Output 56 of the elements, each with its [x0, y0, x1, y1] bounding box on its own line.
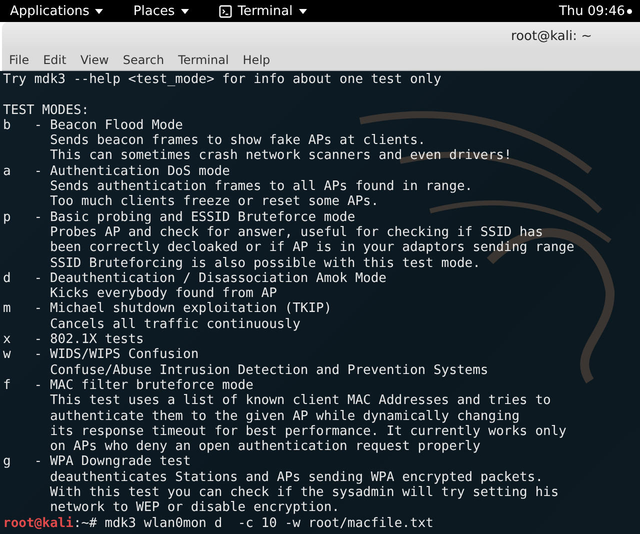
terminal-line: been correctly decloaked or if AP is in your adaptors sending range: [50, 240, 574, 256]
mode-title: - Authentication DoS mode: [34, 164, 230, 179]
panel-menu[interactable]: Places: [133, 4, 189, 18]
mode-title: - Beacon Flood Mode: [34, 118, 184, 133]
terminal-line: SSID Bruteforcing is also possible with this test mode.: [50, 256, 480, 271]
terminal-line: Cancels all traffic continuously: [50, 316, 300, 332]
mode-key: w: [3, 347, 34, 363]
mode-key: d: [3, 270, 34, 286]
terminal-line: This can sometimes crash network scanners and even drivers!: [50, 148, 512, 164]
mode-title: - MAC filter bruteforce mode: [34, 378, 254, 393]
caret-icon: [298, 8, 307, 14]
terminal-icon: [218, 4, 232, 18]
terminal-line: Sends authentication frames to all APs found in range.: [50, 179, 473, 194]
terminal-line: Sends beacon frames to show fake APs at clients.: [50, 133, 426, 148]
mode-key: b: [3, 118, 34, 134]
terminal-line: Too much clients freeze or reset some APs.: [50, 194, 379, 210]
terminal-line: TEST MODES:: [3, 102, 90, 118]
terminal-line: Kicks everybody found from AP: [50, 286, 277, 302]
terminal-line: This test uses a list of known client MAC Addresses and tries to: [50, 393, 551, 408]
caret-icon: [95, 8, 104, 14]
menu-item[interactable]: Help: [242, 53, 270, 67]
menu-item[interactable]: Edit: [43, 53, 66, 67]
terminal-line: Confuse/Abuse Intrusion Detection and Prevention Systems: [50, 362, 488, 378]
menu-item[interactable]: Terminal: [178, 53, 229, 67]
menu-item[interactable]: Search: [122, 53, 164, 67]
terminal-line: Probes AP and check for answer, useful for checking if SSID has: [50, 224, 544, 240]
caret-icon: [180, 8, 189, 14]
mode-key: x: [3, 332, 34, 348]
mode-title: - Basic probing and ESSID Bruteforce mode: [34, 210, 356, 225]
terminal-line: network to WEP or disable encryption.: [50, 500, 340, 516]
terminal-line: on APs who deny an open authentication request properly: [50, 439, 480, 454]
prompt-user: root@kali: [3, 516, 74, 531]
menu-item[interactable]: File: [9, 53, 30, 67]
menu-item[interactable]: View: [80, 53, 109, 67]
clock[interactable]: Thu 09:46: [558, 4, 625, 18]
mode-title: - WPA Downgrade test: [34, 454, 191, 470]
mode-key: a: [3, 164, 34, 180]
terminal-line: its response timeout for best performance. It currently works only: [50, 424, 567, 439]
mode-title: - Michael shutdown exploitation (TKIP): [34, 301, 332, 316]
mode-title: - WIDS/WIPS Confusion: [34, 347, 199, 362]
status-dot-icon: [627, 8, 632, 14]
mode-key: g: [3, 454, 34, 470]
panel-menu[interactable]: Terminal: [218, 4, 307, 18]
terminal-line: authenticate them to the given AP while dynamically changing: [50, 408, 520, 424]
terminal-line: deauthenticates Stations and APs sending WPA encrypted packets.: [50, 470, 544, 485]
mode-title: - Deauthentication / Disassociation Amok Mode: [34, 270, 386, 286]
mode-key: f: [3, 378, 34, 394]
terminal-line: Try mdk3 --help <test_mode> for info about one test only: [3, 72, 442, 87]
panel-menu[interactable]: Applications: [10, 4, 104, 18]
terminal-line: With this test you can check if the sysadmin will try setting his: [50, 485, 559, 500]
mode-title: - 802.1X tests: [34, 332, 144, 348]
mode-key: p: [3, 210, 34, 225]
mode-key: m: [3, 301, 34, 317]
window-title: root@kali: ~: [511, 28, 592, 44]
command-text: mdk3 wlan0mon d -c 10 -w root/macfile.txt: [104, 516, 434, 531]
prompt-path: :~#: [73, 516, 97, 531]
